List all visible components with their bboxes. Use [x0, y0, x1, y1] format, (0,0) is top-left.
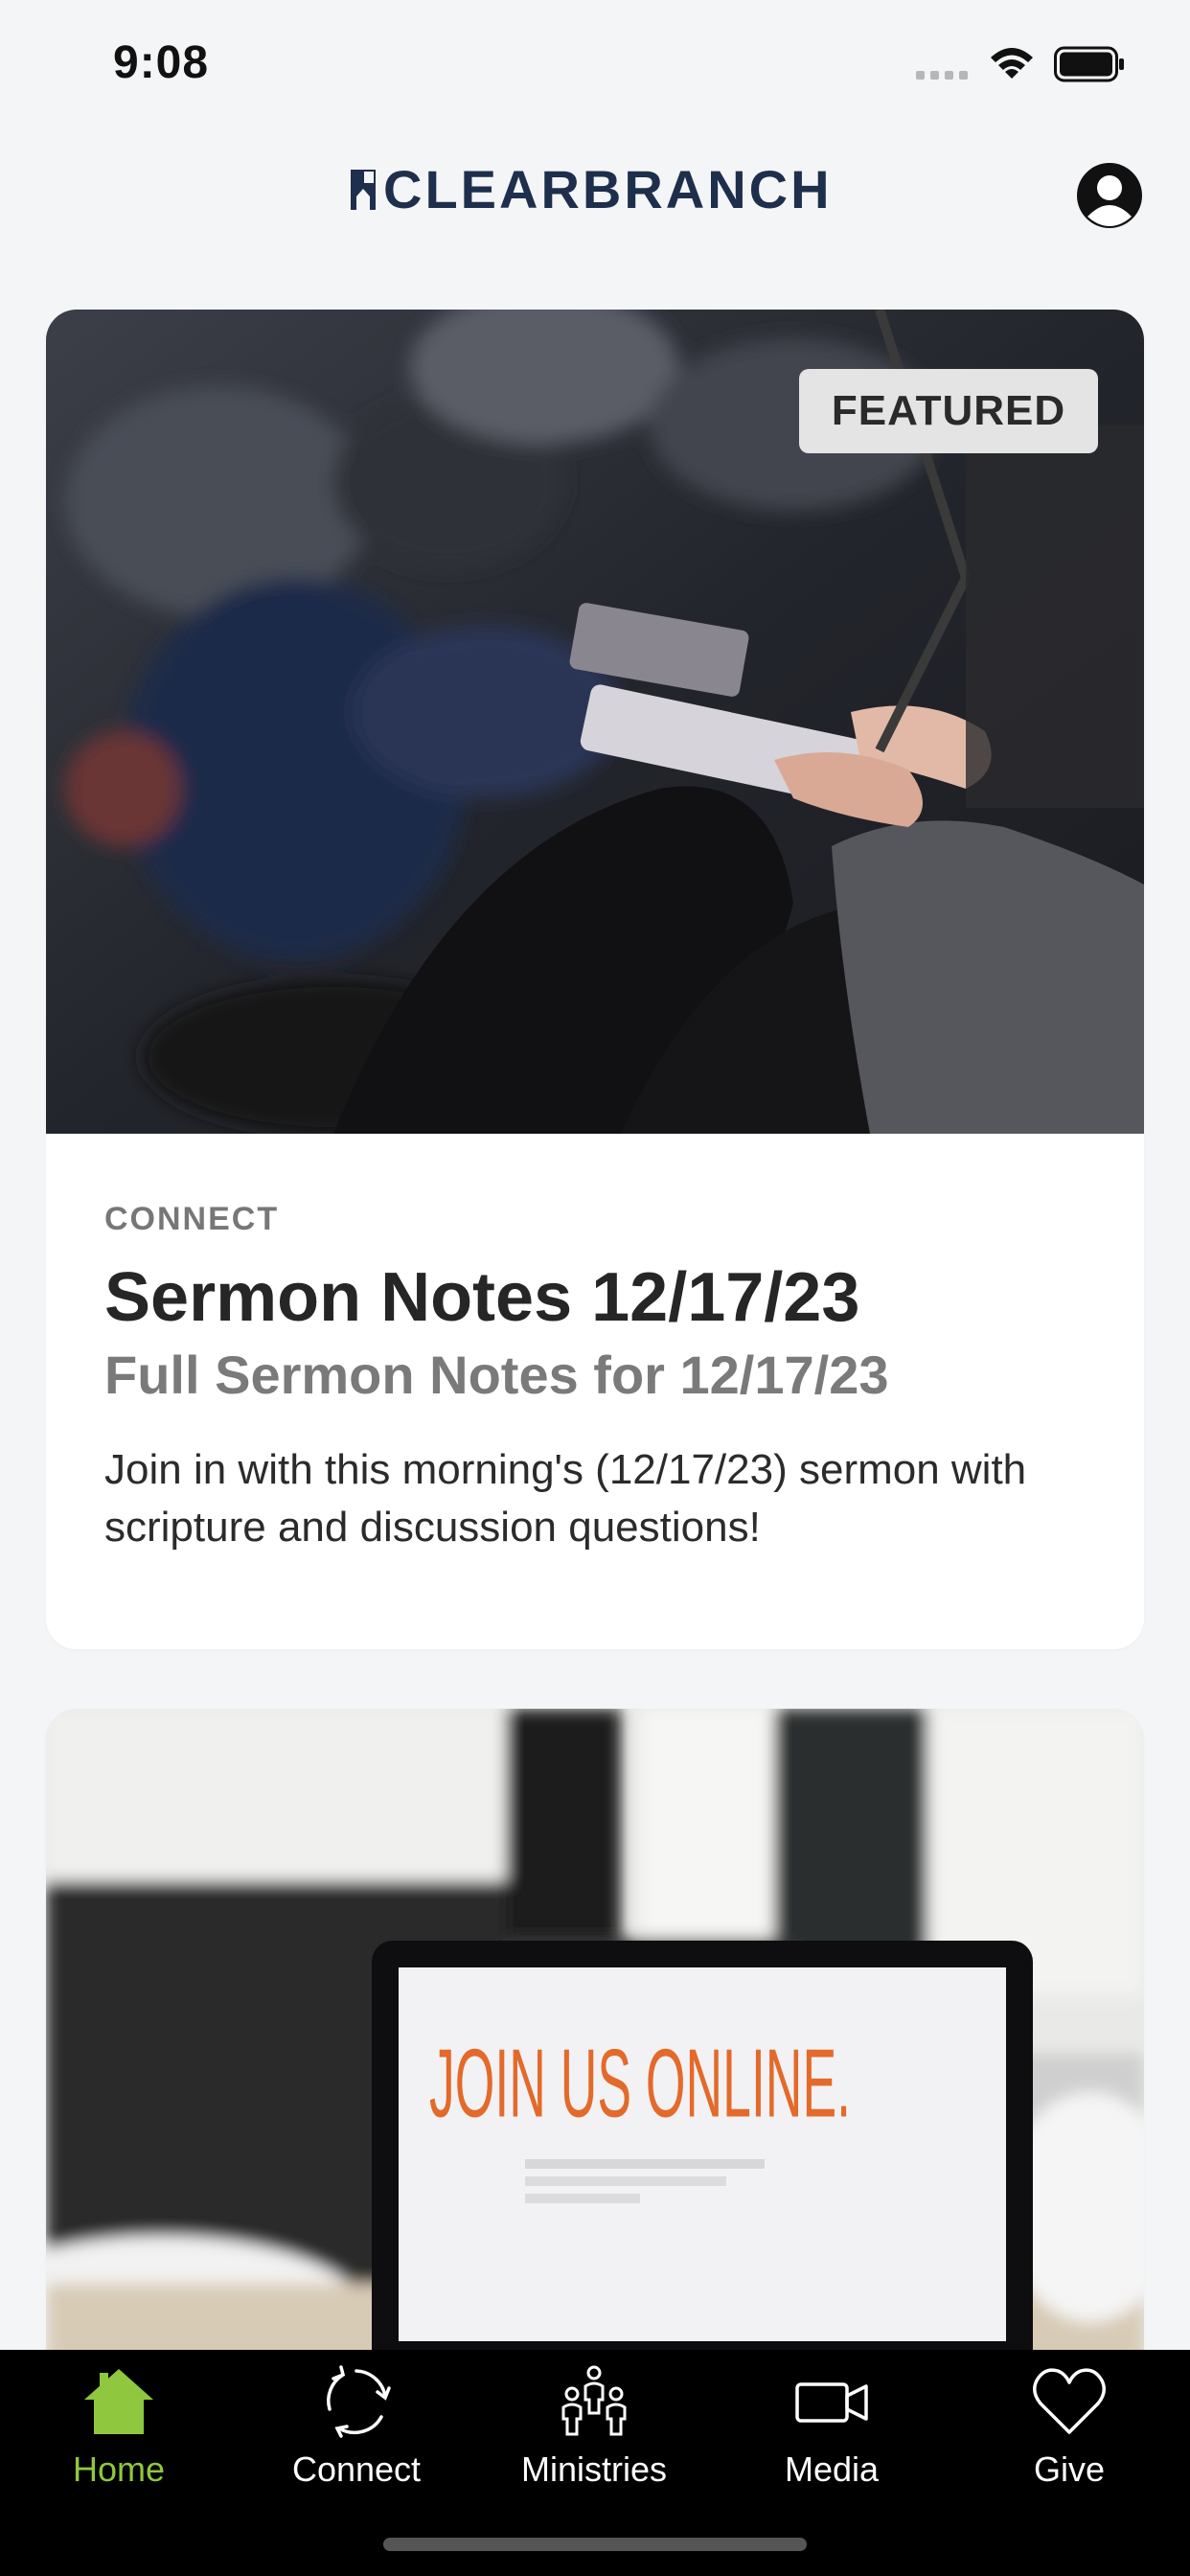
feed-card-online[interactable]: JOIN US ONLINE.: [46, 1709, 1144, 2380]
app-logo: CLEARBRANCH: [351, 159, 833, 219]
wifi-icon: [991, 48, 1033, 79]
home-indicator[interactable]: [383, 2538, 807, 2551]
ministries-icon: [561, 2365, 627, 2436]
logo-mark-icon: [351, 170, 376, 210]
card-title: Sermon Notes 12/17/23: [104, 1259, 860, 1336]
connect-icon: [327, 2365, 391, 2438]
tab-label-media: Media: [784, 2450, 880, 2489]
tab-home[interactable]: Home: [13, 2363, 224, 2507]
card-image-sermon: FEATURED: [46, 310, 1144, 1134]
card-body: CONNECT Sermon Notes 12/17/23 Full Sermo…: [104, 1201, 1082, 1556]
video-icon: [795, 2382, 868, 2423]
feed-card-featured[interactable]: FEATURED CONNECT Sermon Notes 12/17/23 F…: [46, 310, 1144, 1649]
tab-connect[interactable]: Connect: [251, 2363, 462, 2507]
logo-text: CLEARBRANCH: [383, 159, 833, 219]
tab-ministries[interactable]: Ministries: [489, 2363, 699, 2507]
person-circle-icon[interactable]: [1075, 161, 1144, 230]
tab-label-ministries: Ministries: [520, 2450, 667, 2489]
featured-badge: FEATURED: [799, 369, 1098, 453]
card-category: CONNECT: [104, 1201, 280, 1237]
tab-media[interactable]: Media: [726, 2363, 937, 2507]
tab-label-give: Give: [1033, 2450, 1106, 2489]
home-icon: [84, 2369, 153, 2434]
tab-label-connect: Connect: [291, 2450, 422, 2489]
tab-label-home: Home: [72, 2450, 166, 2489]
heart-icon: [1033, 2368, 1106, 2434]
card-subtitle: Full Sermon Notes for 12/17/23: [104, 1345, 889, 1405]
card-image-join-online: JOIN US ONLINE.: [46, 1709, 1144, 2380]
join-online-image-text: JOIN US ONLINE.: [429, 2030, 851, 2138]
status-time: 9:08: [113, 37, 210, 88]
status-bar: 9:08: [0, 0, 1190, 125]
card-description: Join in with this morning's (12/17/23) s…: [104, 1446, 1027, 1551]
tab-give[interactable]: Give: [964, 2363, 1175, 2507]
battery-icon: [1054, 46, 1124, 82]
signal-icon: [916, 71, 968, 80]
